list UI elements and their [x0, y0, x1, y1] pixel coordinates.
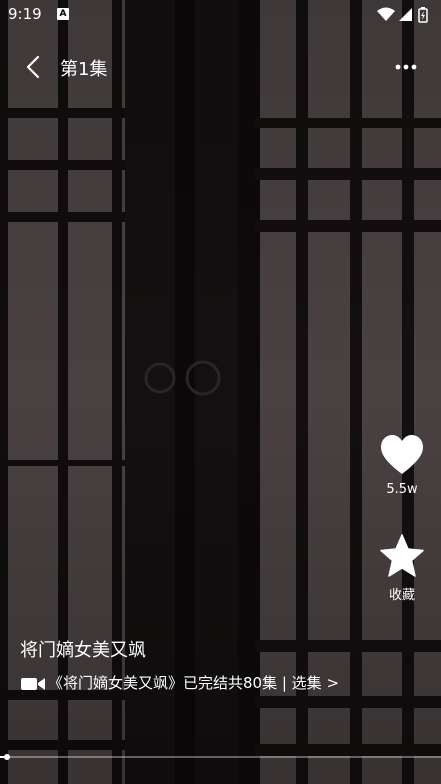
like-button[interactable]: 5.5w	[376, 434, 428, 497]
video-lattice-door-image	[0, 0, 441, 784]
status-bar: 9:19 A	[0, 0, 441, 30]
drama-info: 将门嫡女美又飒 《将门嫡女美又飒》已完结共80集 | 选集 >	[20, 636, 420, 692]
drama-info-text: 《将门嫡女美又飒》已完结共80集 | 选集 >	[48, 674, 340, 692]
heart-icon	[381, 435, 423, 474]
video-frame[interactable]	[0, 0, 441, 784]
drama-title: 将门嫡女美又飒	[20, 640, 146, 661]
signal-icon	[399, 8, 412, 21]
wifi-icon	[377, 7, 395, 21]
more-options-button[interactable]	[393, 54, 419, 80]
progress-thumb[interactable]	[4, 754, 10, 760]
star-icon	[380, 534, 424, 577]
favorite-label: 收藏	[388, 588, 415, 603]
app-notification-icon: A	[57, 8, 69, 20]
playback-progress-bar[interactable]	[0, 756, 441, 758]
top-bar: 第1集	[0, 48, 441, 86]
back-button[interactable]	[22, 54, 46, 80]
favorite-button[interactable]: 收藏	[376, 534, 428, 603]
video-camera-icon	[21, 677, 45, 690]
like-count: 5.5w	[386, 482, 418, 497]
episode-title: 第1集	[60, 59, 108, 80]
battery-icon	[418, 7, 428, 23]
status-time: 9:19	[8, 5, 42, 23]
more-dots-icon	[395, 64, 417, 70]
episode-select-link[interactable]: 《将门嫡女美又飒》已完结共80集 | 选集 >	[20, 672, 339, 693]
chevron-left-icon	[26, 55, 40, 79]
status-icons	[375, 6, 435, 24]
